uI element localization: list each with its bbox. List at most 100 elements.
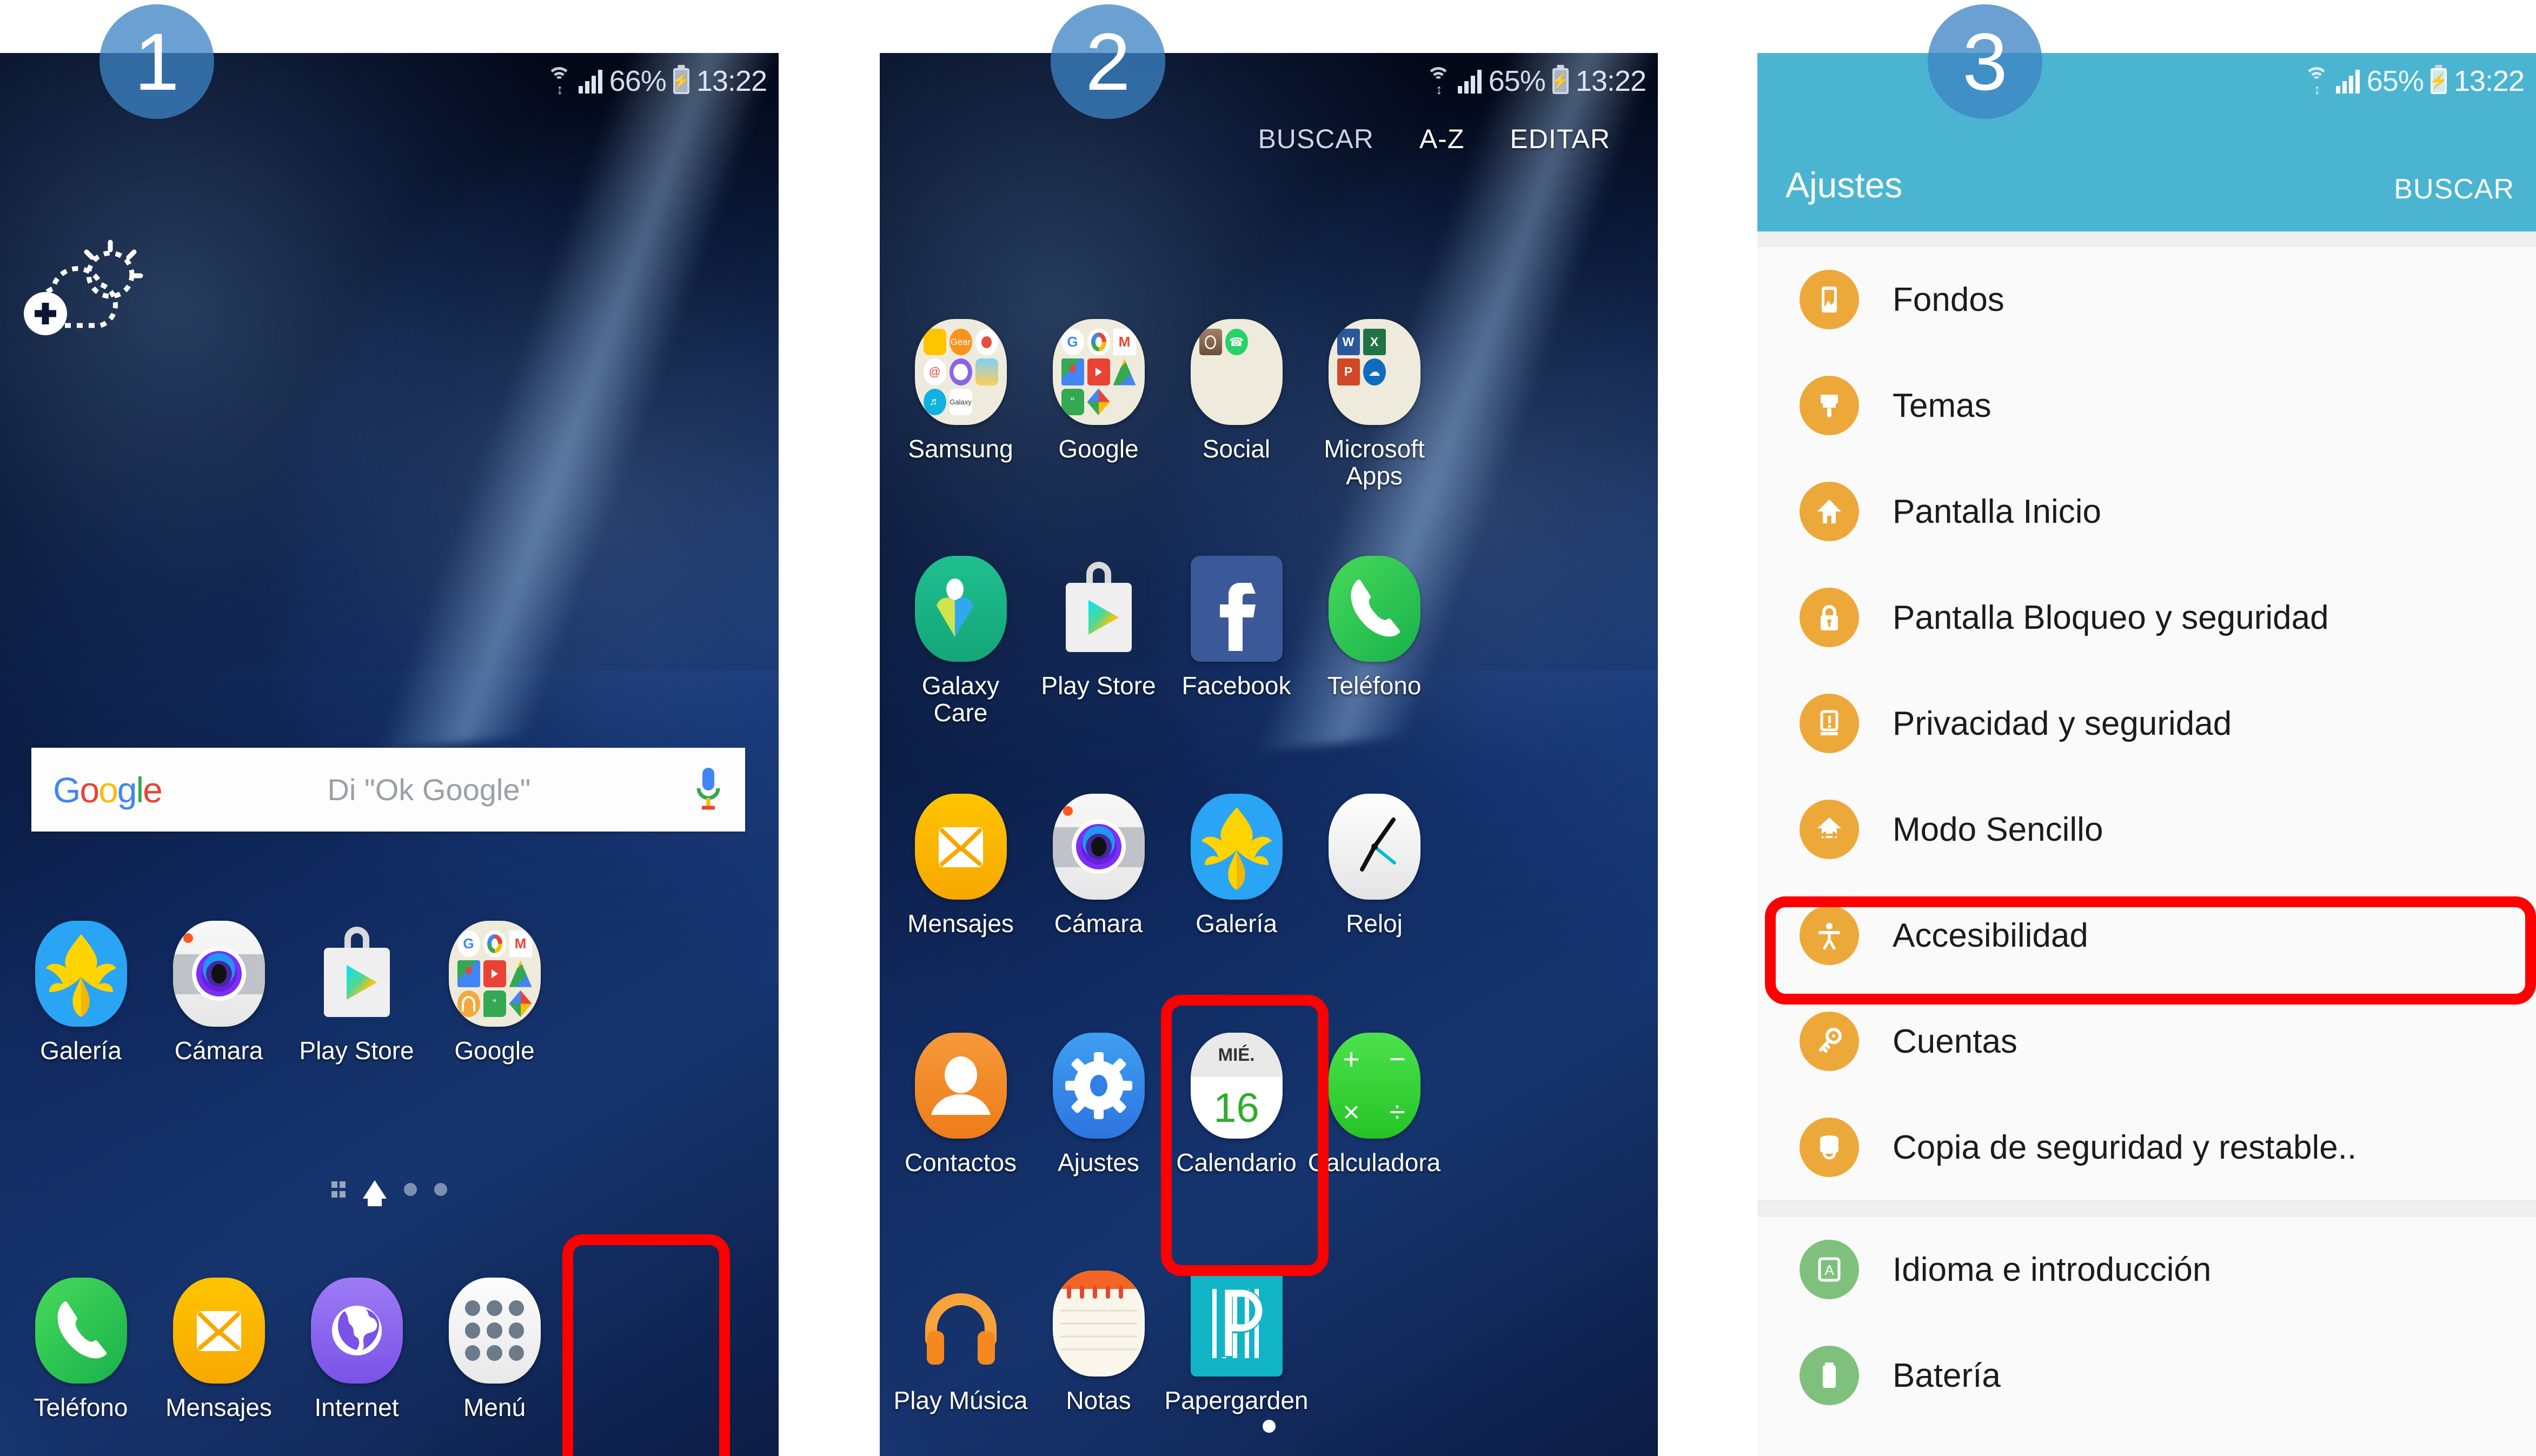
calendar-day-number: 16 (1213, 1085, 1259, 1131)
google-logo: Google (53, 769, 163, 810)
app-label: Social (1202, 435, 1271, 463)
app-folder-social[interactable]: ☎ Social (1167, 319, 1305, 489)
app-icon-play-musica[interactable]: Play Música (892, 1271, 1030, 1414)
app-label: Galería (40, 1036, 122, 1065)
app-label: Calculadora (1307, 1148, 1441, 1176)
app-icon-contactos[interactable]: Contactos (892, 1033, 1030, 1176)
settings-item-bateria[interactable]: Batería (1757, 1322, 2536, 1428)
app-icon-notas[interactable]: Notas (1030, 1271, 1167, 1414)
dock-item-telefono[interactable]: Teléfono (12, 1278, 150, 1421)
page-dot[interactable] (434, 1183, 447, 1196)
phone-screen-settings: Ajustes BUSCAR ↕ 65% ⚡ 13:22 Fondos Tema… (1757, 53, 2536, 1456)
battery-charging-icon: ⚡ (672, 68, 691, 94)
settings-item-copia-seguridad[interactable]: Copia de seguridad y restable.. (1757, 1094, 2536, 1200)
drawer-button-editar[interactable]: EDITAR (1510, 123, 1610, 155)
settings-list: Fondos Temas Pantalla Inicio Pantalla Bl… (1757, 231, 2536, 1456)
phone-screen-home: ↕ 66% ⚡ 13:22 Google Di "Ok Google" Gale… (0, 53, 779, 1456)
app-icon-calculadora[interactable]: + − × ÷ Calculadora (1305, 1033, 1443, 1176)
step-badge-1: 1 (99, 4, 214, 119)
settings-item-pantalla-bloqueo[interactable]: Pantalla Bloqueo y seguridad (1757, 564, 2536, 670)
calendar-day-name: MIÉ. (1190, 1033, 1283, 1078)
dock-item-internet[interactable]: Internet (288, 1278, 426, 1421)
app-icon-calendario[interactable]: MIÉ. 16 Calendario (1167, 1033, 1305, 1176)
settings-item-label: Copia de seguridad y restable.. (1893, 1128, 2357, 1166)
settings-item-label: Idioma e introducción (1893, 1251, 2212, 1288)
app-label: Calendario (1176, 1148, 1297, 1176)
page-title: Ajustes (1785, 165, 1903, 205)
app-folder-google[interactable]: G M “ Google (1030, 319, 1167, 489)
drawer-button-az[interactable]: A-Z (1419, 123, 1465, 155)
app-label: Galaxy Care (921, 672, 1000, 727)
accessibility-icon (1800, 906, 1859, 965)
app-label: Galería (1196, 909, 1277, 938)
battery-percent: 65% (2366, 65, 2424, 97)
app-icon-play-store[interactable]: Play Store (1030, 556, 1167, 726)
app-icon-telefono[interactable]: Teléfono (1305, 556, 1443, 726)
dock-item-mensajes[interactable]: Mensajes (150, 1278, 288, 1421)
app-folder-microsoft[interactable]: W X P ☁ Microsoft Apps (1305, 319, 1443, 489)
settings-item-idioma[interactable]: A Idioma e introducción (1757, 1216, 2536, 1322)
settings-item-label: Modo Sencillo (1893, 810, 2103, 848)
app-icon-play-store[interactable]: Play Store (288, 921, 426, 1065)
settings-search-button[interactable]: BUSCAR (2394, 173, 2514, 205)
wallpaper (880, 53, 1658, 1456)
dock-item-menu[interactable]: Menú (426, 1278, 563, 1421)
wifi-icon: ↕ (2304, 67, 2329, 96)
microphone-icon[interactable] (693, 766, 723, 814)
app-label: Microsoft Apps (1324, 435, 1425, 490)
easy-mode-icon (1800, 800, 1859, 859)
app-label: Papergarden (1164, 1386, 1309, 1414)
page-dot[interactable] (404, 1183, 417, 1196)
settings-item-accesibilidad[interactable]: Accesibilidad (1757, 882, 2536, 988)
phone-screen-app-drawer: ↕ 65% ⚡ 13:22 BUSCAR A-Z EDITAR Gear @ ♬… (880, 53, 1658, 1456)
app-icon-camara[interactable]: Cámara (1030, 794, 1167, 938)
home-apps-row: Galería Cámara Play Store G M “ Google (12, 921, 563, 1065)
battery-charging-icon: ⚡ (2429, 68, 2448, 94)
app-icon-mensajes[interactable]: Mensajes (892, 794, 1030, 938)
app-icon-camara[interactable]: Cámara (150, 921, 288, 1065)
weather-widget-placeholder[interactable] (19, 232, 144, 341)
page-dot-grid[interactable] (331, 1181, 346, 1198)
list-divider (1757, 1200, 2536, 1216)
settings-item-fondos[interactable]: Fondos (1757, 247, 2536, 353)
settings-item-temas[interactable]: Temas (1757, 353, 2536, 458)
settings-item-cuentas[interactable]: Cuentas (1757, 988, 2536, 1094)
app-label: Google (1058, 435, 1139, 463)
settings-item-pantalla-inicio[interactable]: Pantalla Inicio (1757, 458, 2536, 564)
app-label: Cámara (1054, 909, 1143, 938)
app-icon-facebook[interactable]: Facebook (1167, 556, 1305, 726)
app-label: Facebook (1181, 672, 1291, 700)
step-badge-3: 3 (1928, 4, 2042, 119)
step-badge-2: 2 (1051, 4, 1165, 119)
drawer-toolbar: BUSCAR A-Z EDITAR (880, 109, 1658, 169)
app-label: Samsung (908, 435, 1013, 463)
app-icon-ajustes[interactable]: Ajustes (1030, 1033, 1167, 1176)
app-icon-galaxy-care[interactable]: Galaxy Care (892, 556, 1030, 726)
home-icon (1800, 482, 1859, 541)
drawer-row-2: Galaxy Care Play Store Facebook Teléfono (892, 556, 1443, 726)
app-icon-reloj[interactable]: Reloj (1305, 794, 1443, 938)
app-folder-samsung[interactable]: Gear @ ♬ Galaxy Samsung (892, 319, 1030, 489)
drawer-row-4: Contactos Ajustes MIÉ. 16 Calendario + −… (892, 1033, 1443, 1176)
settings-item-modo-sencillo[interactable]: Modo Sencillo (1757, 776, 2536, 882)
cellular-signal-icon (578, 69, 602, 94)
settings-item-label: Cuentas (1893, 1022, 2017, 1060)
language-icon: A (1800, 1240, 1859, 1299)
app-label: Ajustes (1058, 1148, 1139, 1176)
app-icon-galeria[interactable]: Galería (1167, 794, 1305, 938)
settings-item-label: Fondos (1893, 281, 2004, 318)
wifi-icon: ↕ (547, 67, 572, 96)
page-dot-active[interactable] (1262, 1420, 1276, 1433)
google-search-bar[interactable]: Google Di "Ok Google" (31, 748, 745, 832)
drawer-button-buscar[interactable]: BUSCAR (1258, 123, 1373, 155)
settings-item-privacidad[interactable]: Privacidad y seguridad (1757, 670, 2536, 776)
drawer-row-5: Play Música Notas Papergarden (892, 1271, 1309, 1414)
app-icon-galeria[interactable]: Galería (12, 921, 150, 1065)
dock: Teléfono Mensajes Internet Menú (12, 1278, 563, 1421)
app-icon-papergarden[interactable]: Papergarden (1165, 1271, 1309, 1414)
app-label: Google (454, 1036, 535, 1065)
alert-icon (1800, 694, 1859, 753)
settings-item-label: Pantalla Inicio (1893, 493, 2102, 530)
app-folder-google[interactable]: G M “ Google (426, 921, 563, 1065)
page-dot-home[interactable] (363, 1180, 387, 1206)
